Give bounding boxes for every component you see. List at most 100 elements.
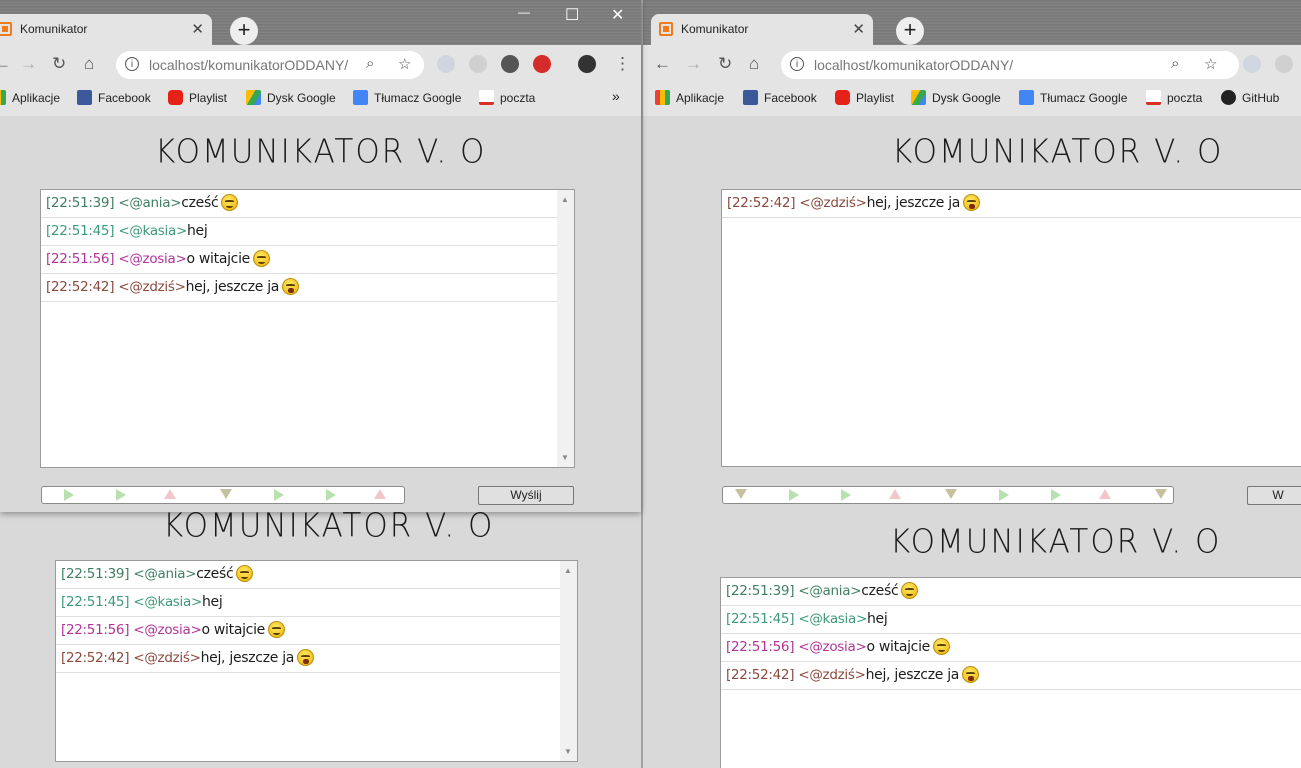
tongue-emoji-icon xyxy=(963,194,981,211)
tongue-emoji-icon xyxy=(297,649,315,666)
adblock-icon[interactable] xyxy=(533,55,551,73)
tab-strip: Komunikator ✕ + — ☐ ✕ xyxy=(0,0,641,45)
zoom-icon[interactable]: ⌕ xyxy=(366,55,374,72)
minimize-icon[interactable]: — xyxy=(518,5,530,19)
browser-tab[interactable]: Komunikator ✕ xyxy=(651,14,873,45)
tongue-emoji-icon xyxy=(282,278,300,295)
new-tab-button[interactable]: + xyxy=(896,17,924,45)
react-extension-icon[interactable] xyxy=(1243,55,1261,73)
chat-log[interactable]: [22:51:39] <@ania>cześć [22:51:45] <@kas… xyxy=(720,577,1301,768)
smile-emoji-icon xyxy=(221,194,239,211)
bookmark-playlist[interactable]: Playlist xyxy=(835,90,894,105)
address-bar[interactable]: i localhost/komunikatorODDANY/ ⌕ ☆ xyxy=(116,51,424,79)
message-text: cześć xyxy=(181,195,219,211)
profile-avatar[interactable] xyxy=(578,55,596,73)
chat-message: [22:52:42] <@zdziś>hej, jeszcze ja xyxy=(721,662,1301,690)
bookmark-facebook[interactable]: Facebook xyxy=(77,90,151,105)
bookmark-star-icon[interactable]: ☆ xyxy=(398,55,411,73)
chat-log[interactable]: [22:51:39] <@ania>cześć [22:51:45] <@kas… xyxy=(55,560,578,762)
chat-log[interactable]: [22:51:39] <@ania>cześć [22:51:45] <@kas… xyxy=(40,189,575,468)
triangle-decoration xyxy=(326,489,336,501)
react-extension-icon[interactable] xyxy=(437,55,455,73)
chat-message: [22:51:45] <@kasia>hej xyxy=(41,218,574,246)
facebook-icon xyxy=(743,90,758,105)
bookmark-star-icon[interactable]: ☆ xyxy=(1204,55,1217,73)
back-icon[interactable]: ← xyxy=(0,54,11,74)
bookmark-facebook[interactable]: Facebook xyxy=(743,90,817,105)
smile-emoji-icon xyxy=(252,250,270,267)
info-icon[interactable]: i xyxy=(125,57,139,71)
window-bottom-left: KOMUNIKATOR V. O [22:51:39] <@ania>cześć… xyxy=(0,512,641,768)
home-icon[interactable]: ⌂ xyxy=(749,54,759,74)
reload-icon[interactable]: ↻ xyxy=(52,54,66,74)
message-time: [22:51:56] xyxy=(61,622,130,638)
tab-close-icon[interactable]: ✕ xyxy=(852,20,865,38)
tab-close-icon[interactable]: ✕ xyxy=(191,20,204,38)
page-title: KOMUNIKATOR V. O xyxy=(892,133,1224,171)
menu-icon[interactable]: ⋮ xyxy=(614,54,631,74)
gmail-icon xyxy=(479,90,494,105)
message-nick: <@zosia> xyxy=(118,251,187,267)
tab-title: Komunikator xyxy=(681,22,749,36)
more-bookmarks-icon[interactable]: » xyxy=(612,88,620,104)
browser-chrome: Komunikator ✕ + ← → ↻ ⌂ i localhost/komu… xyxy=(643,0,1301,116)
xampp-favicon-icon xyxy=(0,22,12,36)
message-input[interactable] xyxy=(41,486,405,504)
bookmark-playlist[interactable]: Playlist xyxy=(168,90,227,105)
bookmark-gmail[interactable]: poczta xyxy=(479,90,535,105)
message-nick: <@zdziś> xyxy=(133,650,201,666)
youtube-icon xyxy=(168,90,183,105)
message-time: [22:52:42] xyxy=(727,195,796,211)
reload-icon[interactable]: ↻ xyxy=(718,54,732,74)
bookmark-translate[interactable]: Tłumacz Google xyxy=(1019,90,1127,105)
address-bar[interactable]: i localhost/komunikatorODDANY/ ⌕ ☆ xyxy=(781,51,1239,79)
forward-icon[interactable]: → xyxy=(685,54,702,74)
bookmark-gmail[interactable]: poczta xyxy=(1146,90,1202,105)
window-bottom-right: KOMUNIKATOR V. O [22:51:39] <@ania>cześć… xyxy=(643,512,1301,768)
chat-message: [22:51:56] <@zosia>o witajcie xyxy=(56,617,577,645)
message-input[interactable] xyxy=(722,486,1174,504)
bookmark-apps[interactable]: Aplikacje xyxy=(0,90,60,105)
back-icon[interactable]: ← xyxy=(654,54,671,74)
google-drive-icon xyxy=(911,90,926,105)
window-close-icon[interactable]: ✕ xyxy=(611,5,624,25)
facebook-icon xyxy=(77,90,92,105)
chat-message: [22:51:45] <@kasia>hej xyxy=(56,589,577,617)
omega-extension-icon[interactable] xyxy=(501,55,519,73)
scroll-down-icon[interactable]: ▼ xyxy=(564,747,572,756)
browser-window-left: Komunikator ✕ + — ☐ ✕ ← → ↻ ⌂ i localhos… xyxy=(0,0,641,512)
forward-icon[interactable]: → xyxy=(20,54,37,74)
home-icon[interactable]: ⌂ xyxy=(84,54,94,74)
scroll-up-icon[interactable]: ▲ xyxy=(564,566,572,575)
bookmark-github[interactable]: GitHub xyxy=(1221,90,1279,105)
bookmarks-bar: Aplikacje Facebook Playlist Dysk Google … xyxy=(0,85,641,116)
browser-tab[interactable]: Komunikator ✕ xyxy=(0,14,212,45)
chat-scrollbar[interactable]: ▲ ▼ xyxy=(560,561,577,761)
chat-log[interactable]: [22:52:42] <@zdziś>hej, jeszcze ja xyxy=(721,189,1301,467)
extension-icon[interactable] xyxy=(1275,55,1293,73)
browser-chrome: Komunikator ✕ + — ☐ ✕ ← → ↻ ⌂ i localhos… xyxy=(0,0,641,116)
info-icon[interactable]: i xyxy=(790,57,804,71)
bookmark-apps[interactable]: Aplikacje xyxy=(655,90,724,105)
scroll-down-icon[interactable]: ▼ xyxy=(561,453,569,462)
zoom-icon[interactable]: ⌕ xyxy=(1171,55,1179,72)
extension-icon[interactable] xyxy=(469,55,487,73)
chat-message: [22:51:56] <@zosia>o witajcie xyxy=(721,634,1301,662)
message-nick: <@zdziś> xyxy=(799,195,867,211)
message-time: [22:52:42] xyxy=(46,279,115,295)
xampp-favicon-icon xyxy=(659,22,673,36)
message-text: hej, jeszcze ja xyxy=(865,667,960,683)
bookmark-drive[interactable]: Dysk Google xyxy=(911,90,1001,105)
browser-toolbar: ← → ↻ ⌂ i localhost/komunikatorODDANY/ ⌕… xyxy=(0,45,641,85)
send-button[interactable]: Wyślij xyxy=(478,486,574,505)
maximize-icon[interactable]: ☐ xyxy=(565,5,579,25)
scroll-up-icon[interactable]: ▲ xyxy=(561,195,569,204)
new-tab-button[interactable]: + xyxy=(230,17,258,45)
google-translate-icon xyxy=(1019,90,1034,105)
send-button[interactable]: W xyxy=(1247,486,1301,505)
browser-window-right: Komunikator ✕ + ← → ↻ ⌂ i localhost/komu… xyxy=(643,0,1301,512)
triangle-decoration xyxy=(889,489,901,499)
bookmark-drive[interactable]: Dysk Google xyxy=(246,90,336,105)
chat-scrollbar[interactable]: ▲ ▼ xyxy=(557,190,574,467)
bookmark-translate[interactable]: Tłumacz Google xyxy=(353,90,461,105)
